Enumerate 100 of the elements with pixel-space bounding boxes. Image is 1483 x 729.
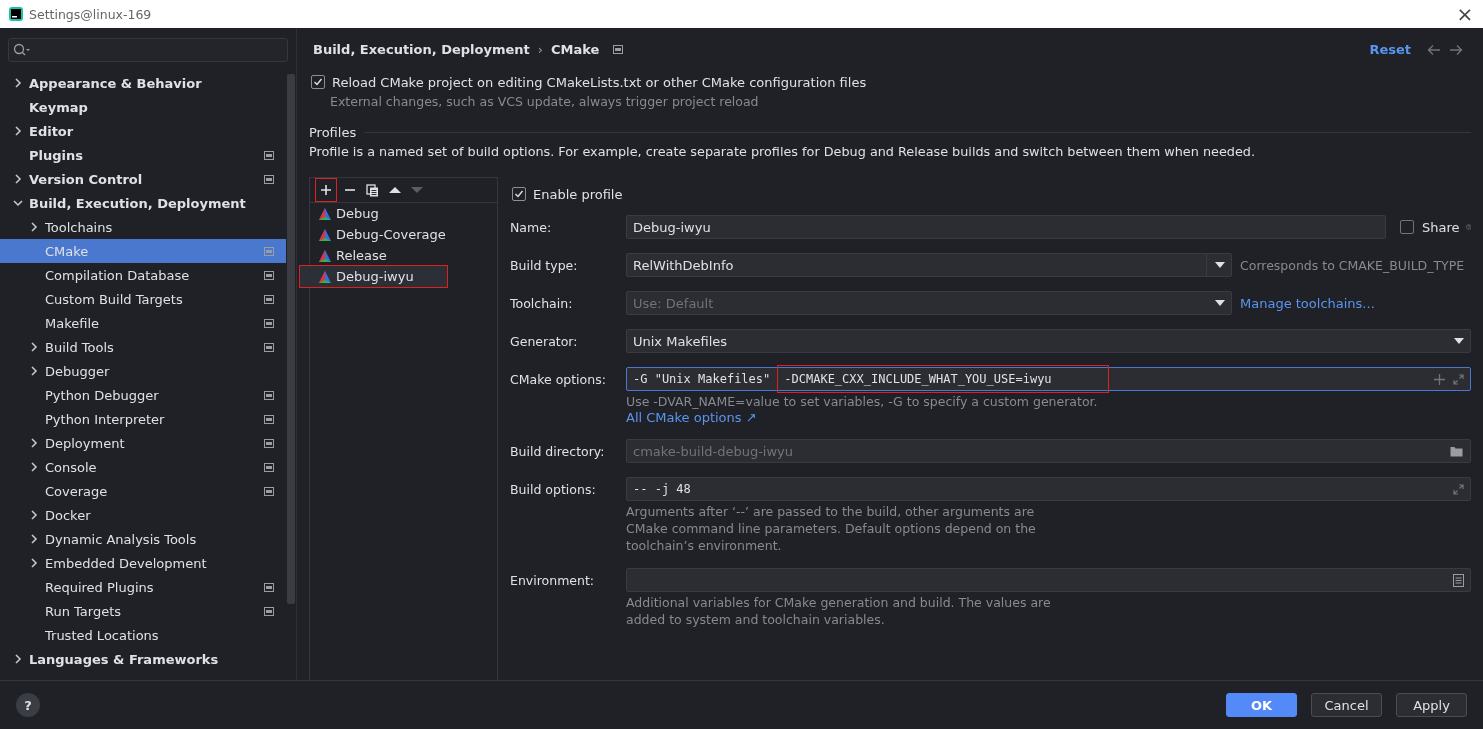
chevron-right-icon[interactable] xyxy=(13,654,23,664)
chevron-down-icon[interactable] xyxy=(13,198,23,208)
triangle-logo-icon xyxy=(318,227,332,242)
project-level-icon xyxy=(264,486,274,496)
field-label: Toolchain: xyxy=(510,295,574,311)
field-label: Build directory: xyxy=(510,443,606,459)
sidebar-item[interactable]: Console xyxy=(0,455,296,479)
expand-icon[interactable] xyxy=(1453,373,1464,385)
sidebar-item[interactable]: Dynamic Analysis Tools xyxy=(0,527,296,551)
back-arrow-icon[interactable] xyxy=(1427,43,1441,56)
sidebar-item[interactable]: Languages & Frameworks xyxy=(0,647,296,671)
chevron-right-icon[interactable] xyxy=(13,174,23,184)
document-icon[interactable] xyxy=(1453,573,1464,587)
sidebar-item[interactable]: Appearance & Behavior xyxy=(0,71,296,95)
sidebar-item[interactable]: Version Control xyxy=(0,167,296,191)
add-button[interactable] xyxy=(316,179,336,201)
project-level-icon xyxy=(264,342,274,352)
profile-item[interactable]: Debug-Coverage xyxy=(310,224,497,245)
chevron-right-icon[interactable] xyxy=(13,126,23,136)
forward-arrow-icon[interactable] xyxy=(1449,43,1463,56)
name-field[interactable]: Debug-iwyu xyxy=(626,215,1386,239)
field-label: Environment: xyxy=(510,572,596,588)
project-level-icon xyxy=(264,582,274,592)
expand-icon[interactable] xyxy=(1453,483,1464,495)
sidebar-item[interactable]: Debugger xyxy=(0,359,296,383)
dropdown-arrow-icon xyxy=(1215,262,1225,268)
enable-checkbox[interactable] xyxy=(512,187,526,201)
sidebar-item[interactable]: Editor xyxy=(0,119,296,143)
sidebar-item[interactable]: Makefile xyxy=(0,311,296,335)
section-description: Profile is a named set of build options. For example, create separate profiles for Debug and Release builds and switch between them when needed. xyxy=(309,144,1256,159)
move-down-icon[interactable] xyxy=(411,186,423,194)
chevron-right-icon[interactable] xyxy=(29,438,39,448)
sidebar-item[interactable]: Required Plugins xyxy=(0,575,296,599)
sidebar-item[interactable]: Embedded Development xyxy=(0,551,296,575)
build-options-field[interactable]: -- -j 48 xyxy=(626,477,1471,501)
chevron-right-icon[interactable] xyxy=(29,534,39,544)
chevron-right-icon[interactable] xyxy=(29,222,39,232)
sidebar-item[interactable]: Plugins xyxy=(0,143,296,167)
reload-checkbox[interactable] xyxy=(311,75,325,89)
cmake-options-hint: Use -DVAR_NAME=value to set variables, -G to specify a custom generator. xyxy=(626,393,1099,410)
build-options-hint: toolchain’s environment. xyxy=(626,537,783,554)
chevron-right-icon[interactable] xyxy=(29,462,39,472)
sidebar-item[interactable]: Toolchains xyxy=(0,215,296,239)
cmake-options-field[interactable]: -G "Unix Makefiles" -DCMAKE_CXX_INCLUDE_WHAT_YOU_USE=iwyu xyxy=(626,367,1471,391)
environment-hint: Additional variables for CMake generation and build. The values are xyxy=(626,594,1052,611)
manage-toolchains-link[interactable]: Manage toolchains... xyxy=(1240,295,1375,311)
field-label: Generator: xyxy=(510,333,579,349)
profile-item[interactable]: Debug-iwyu xyxy=(300,266,447,287)
profile-item[interactable]: Release xyxy=(310,245,497,266)
build-type-dropdown[interactable]: RelWithDebInfo xyxy=(626,253,1232,277)
project-level-icon xyxy=(264,438,274,448)
sidebar-item[interactable]: Coverage xyxy=(0,479,296,503)
triangle-logo-icon xyxy=(318,206,332,221)
chevron-right-icon[interactable] xyxy=(29,342,39,352)
breadcrumb-parent[interactable]: Build, Execution, Deployment xyxy=(313,42,530,57)
build-type-note: Corresponds to CMAKE_BUILD_TYPE xyxy=(1240,257,1465,273)
chevron-right-icon[interactable] xyxy=(29,366,39,376)
copy-icon[interactable] xyxy=(366,183,379,197)
sidebar-item[interactable]: Trusted Locations xyxy=(0,623,296,647)
chevron-right-icon[interactable] xyxy=(13,78,23,88)
move-up-icon[interactable] xyxy=(389,186,401,194)
dialog-button[interactable]: Apply xyxy=(1396,693,1467,717)
sidebar-item[interactable]: Deployment xyxy=(0,431,296,455)
reset-link[interactable]: Reset xyxy=(1369,42,1411,57)
folder-icon[interactable] xyxy=(1450,445,1464,457)
project-level-icon xyxy=(264,150,274,160)
project-level-icon xyxy=(264,318,274,328)
profile-item[interactable]: Debug xyxy=(310,203,497,224)
reload-label: Reload CMake project on editing CMakeLists.txt or other CMake configuration files xyxy=(332,74,867,90)
project-level-icon xyxy=(264,270,274,280)
environment-hint: added to system and toolchain variables. xyxy=(626,611,886,628)
sidebar-item[interactable]: Docker xyxy=(0,503,296,527)
chevron-right-icon[interactable] xyxy=(29,510,39,520)
help-button[interactable]: ? xyxy=(16,693,40,717)
sidebar-item[interactable]: Keymap xyxy=(0,95,296,119)
search-field[interactable] xyxy=(8,38,288,62)
add-icon[interactable] xyxy=(1434,373,1445,385)
environment-field[interactable] xyxy=(626,568,1471,592)
share-checkbox[interactable] xyxy=(1400,220,1414,234)
generator-dropdown[interactable]: Unix Makefiles xyxy=(626,329,1471,353)
build-options-hint: CMake command line parameters. Default options depend on the xyxy=(626,520,1037,537)
sidebar-item[interactable]: Build, Execution, Deployment xyxy=(0,191,296,215)
sidebar-item[interactable]: Compilation Database xyxy=(0,263,296,287)
sidebar-item[interactable]: Python Debugger xyxy=(0,383,296,407)
scrollbar[interactable] xyxy=(287,74,295,604)
dialog-button[interactable]: Cancel xyxy=(1311,693,1382,717)
sidebar-item[interactable]: Build Tools xyxy=(0,335,296,359)
sidebar-item[interactable]: Python Interpreter xyxy=(0,407,296,431)
chevron-right-icon[interactable] xyxy=(29,558,39,568)
project-level-icon xyxy=(613,45,624,54)
field-label: Name: xyxy=(510,219,553,235)
sidebar-item[interactable]: Custom Build Targets xyxy=(0,287,296,311)
all-cmake-options-link[interactable]: All CMake options ↗ xyxy=(626,410,757,425)
project-level-icon xyxy=(264,246,274,256)
close-button[interactable]: × xyxy=(1447,1,1483,27)
triangle-logo-icon xyxy=(318,269,332,284)
search-icon xyxy=(13,43,31,57)
project-level-icon xyxy=(264,174,274,184)
sidebar-item[interactable]: Run Targets xyxy=(0,599,296,623)
plus-icon xyxy=(320,184,332,196)
